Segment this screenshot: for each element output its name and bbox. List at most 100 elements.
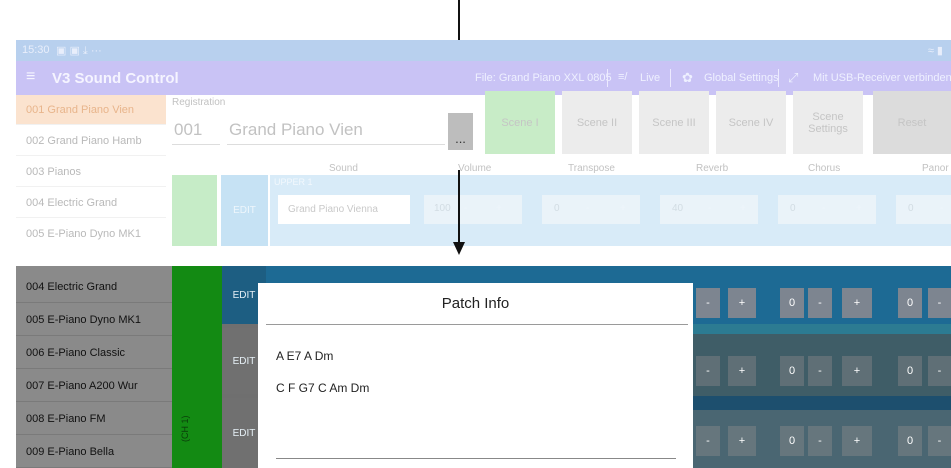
patch-info-line[interactable]: C F G7 C Am Dm bbox=[276, 381, 369, 395]
chorus-control[interactable]: 0 - + bbox=[778, 195, 876, 224]
pan-value: 0 bbox=[908, 203, 914, 214]
dialog-title: Patch Info bbox=[441, 294, 510, 312]
transpose-value: 0 bbox=[554, 203, 560, 214]
divider bbox=[172, 144, 220, 145]
plus-button[interactable]: + bbox=[728, 426, 756, 456]
global-settings-label[interactable]: Global Settings bbox=[704, 72, 779, 84]
plus-button[interactable]: + bbox=[496, 203, 502, 214]
more-button[interactable]: ... bbox=[448, 113, 473, 150]
divider bbox=[778, 69, 779, 87]
reverb-value: 40 bbox=[672, 203, 684, 214]
minus-button[interactable]: - bbox=[822, 203, 825, 214]
pan-value: 0 bbox=[898, 288, 922, 318]
registration-number[interactable]: 001 bbox=[174, 120, 202, 140]
minus-button[interactable]: - bbox=[928, 356, 951, 386]
sidebar: 004 Electric Grand 005 E-Piano Dyno MK1 … bbox=[16, 266, 172, 468]
channel-label: (CH 1) bbox=[180, 415, 190, 443]
chorus-value: 0 bbox=[780, 426, 804, 456]
minus-button[interactable]: - bbox=[708, 203, 711, 214]
sidebar-item[interactable]: 008 E-Piano FM bbox=[16, 403, 172, 435]
plus-button[interactable]: + bbox=[728, 356, 756, 386]
row-label: UPPER 1 bbox=[274, 177, 313, 187]
status-time: 15:30 bbox=[22, 44, 50, 56]
pan-value: 0 bbox=[898, 356, 922, 386]
minus-button[interactable]: - bbox=[696, 288, 720, 318]
live-icon[interactable]: ≡/ bbox=[618, 71, 627, 83]
status-icons: ▣ ▣ ⤓ ··· bbox=[56, 45, 102, 57]
patch-info-line[interactable]: A E7 A Dm bbox=[276, 349, 333, 363]
minus-button[interactable]: - bbox=[586, 203, 589, 214]
file-label[interactable]: File: Grand Piano XXL 0805 bbox=[475, 72, 612, 84]
plus-button[interactable]: + bbox=[728, 288, 756, 318]
annotation-top-area bbox=[0, 0, 951, 40]
sound-select[interactable]: Grand Piano Vienna bbox=[278, 195, 410, 224]
scene-button[interactable]: Scene IV bbox=[716, 91, 786, 154]
minus-button[interactable]: - bbox=[696, 356, 720, 386]
plus-button[interactable]: + bbox=[842, 356, 872, 386]
divider bbox=[607, 69, 608, 87]
plus-button[interactable]: + bbox=[620, 203, 626, 214]
column-header-pan: Panor bbox=[922, 163, 949, 174]
sidebar-item[interactable]: 005 E-Piano Dyno MK1 bbox=[16, 219, 166, 246]
wifi-icon: ≈ ▮ bbox=[927, 45, 943, 57]
sidebar-item[interactable]: 001 Grand Piano Vien bbox=[16, 95, 166, 125]
upper-screenshot: 15:30 ▣ ▣ ⤓ ··· ≈ ▮ ≡ V3 Sound Control F… bbox=[16, 40, 951, 246]
edit-button[interactable]: EDIT bbox=[221, 175, 268, 246]
chorus-value: 0 bbox=[780, 356, 804, 386]
menu-icon[interactable]: ≡ bbox=[26, 68, 35, 86]
scene-settings-button[interactable]: Scene Settings bbox=[793, 91, 863, 154]
minus-button[interactable]: - bbox=[940, 203, 943, 214]
pan-control[interactable]: 0 - bbox=[896, 195, 951, 224]
transpose-control[interactable]: 0 - + bbox=[542, 195, 640, 224]
chorus-value: 0 bbox=[790, 203, 796, 214]
app-bar: ≡ V3 Sound Control File: Grand Piano XXL… bbox=[16, 61, 951, 95]
sidebar-item[interactable]: 004 Electric Grand bbox=[16, 188, 166, 218]
annotation-gap bbox=[0, 246, 951, 266]
plus-button[interactable]: + bbox=[856, 203, 862, 214]
channel-indicator: (CH 1) bbox=[172, 266, 222, 468]
sidebar-item[interactable]: 009 E-Piano Bella bbox=[16, 436, 172, 468]
registration-name-field[interactable]: Grand Piano Vien bbox=[229, 120, 363, 140]
divider bbox=[670, 69, 671, 87]
minus-button[interactable]: - bbox=[928, 288, 951, 318]
volume-value: 100 bbox=[434, 203, 451, 214]
scene-button[interactable]: Scene I bbox=[485, 91, 555, 154]
sidebar-item[interactable]: 003 Pianos bbox=[16, 157, 166, 187]
minus-button[interactable]: - bbox=[696, 426, 720, 456]
sidebar-item[interactable]: 004 Electric Grand bbox=[16, 271, 172, 303]
column-header-reverb: Reverb bbox=[696, 163, 729, 174]
reverb-control[interactable]: 40 - + bbox=[660, 195, 758, 224]
usb-connect-label[interactable]: Mit USB-Receiver verbinden bbox=[813, 72, 951, 84]
annotation-arrow-down-icon bbox=[452, 170, 466, 256]
registration-label: Registration bbox=[172, 97, 226, 108]
sidebar-item[interactable]: 006 E-Piano Classic bbox=[16, 337, 172, 369]
sidebar-item[interactable]: 005 E-Piano Dyno MK1 bbox=[16, 304, 172, 336]
live-label[interactable]: Live bbox=[640, 72, 660, 84]
plus-button[interactable]: + bbox=[842, 288, 872, 318]
dialog-divider bbox=[266, 324, 688, 325]
scene-button[interactable]: Scene II bbox=[562, 91, 632, 154]
patch-info-dialog: Patch Info A E7 A Dm C F G7 C Am Dm bbox=[258, 283, 693, 468]
status-bar: 15:30 ▣ ▣ ⤓ ··· ≈ ▮ bbox=[16, 40, 951, 61]
minus-button[interactable]: - bbox=[808, 426, 832, 456]
gear-icon[interactable]: ✿ bbox=[682, 70, 693, 86]
pan-value: 0 bbox=[898, 426, 922, 456]
minus-button[interactable]: - bbox=[928, 426, 951, 456]
column-header-sound: Sound bbox=[329, 163, 358, 174]
chorus-value: 0 bbox=[780, 288, 804, 318]
plus-button[interactable]: + bbox=[740, 203, 746, 214]
channel-indicator bbox=[172, 175, 217, 246]
sidebar-item[interactable]: 007 E-Piano A200 Wur bbox=[16, 370, 172, 402]
usb-plug-icon[interactable]: ⤢ bbox=[788, 70, 798, 86]
minus-button[interactable]: - bbox=[808, 288, 832, 318]
text-field-underline[interactable] bbox=[276, 458, 676, 459]
column-header-chorus: Chorus bbox=[808, 163, 841, 174]
plus-button[interactable]: + bbox=[842, 426, 872, 456]
reset-button[interactable]: Reset bbox=[873, 91, 951, 154]
sidebar: 001 Grand Piano Vien 002 Grand Piano Ham… bbox=[16, 95, 166, 246]
column-header-transpose: Transpose bbox=[568, 163, 615, 174]
sidebar-item[interactable]: 002 Grand Piano Hamb bbox=[16, 126, 166, 156]
scene-button[interactable]: Scene III bbox=[639, 91, 709, 154]
volume-control[interactable]: 100 - + bbox=[424, 195, 522, 224]
minus-button[interactable]: - bbox=[808, 356, 832, 386]
